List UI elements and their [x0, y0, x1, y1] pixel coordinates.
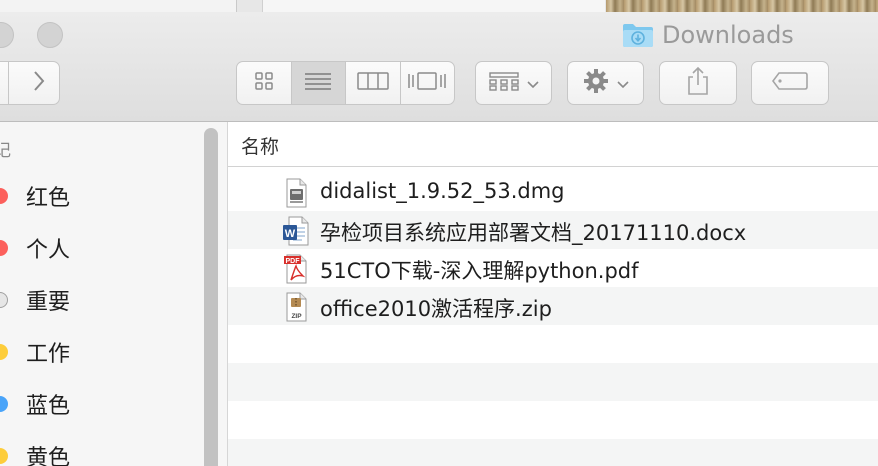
- desktop-wallpaper-fragment: [606, 0, 878, 12]
- pdf-document-icon: PDF: [282, 254, 310, 284]
- chevron-down-icon: [616, 74, 629, 93]
- file-row[interactable]: W 孕检项目系统应用部署文档_20171110.docx: [228, 211, 878, 249]
- dmg-disk-image-icon: [282, 178, 310, 208]
- list-view-button[interactable]: [291, 62, 346, 104]
- column-header-name[interactable]: 名称: [228, 122, 878, 167]
- empty-row: [228, 363, 878, 401]
- forward-button[interactable]: [0, 61, 60, 105]
- cover-flow-button[interactable]: [401, 62, 455, 104]
- gray-tag-dot-icon: [0, 292, 8, 308]
- svg-text:W: W: [285, 228, 296, 240]
- sidebar-tag-label: 重要: [26, 290, 71, 315]
- close-window-button[interactable]: [0, 22, 14, 48]
- arrange-grid-icon: [488, 71, 519, 95]
- arrange-button[interactable]: [475, 61, 552, 105]
- sidebar-tag-red[interactable]: 红色: [0, 176, 200, 216]
- tag-icon: [771, 71, 809, 95]
- file-row[interactable]: didalist_1.9.52_53.dmg: [228, 173, 878, 211]
- nav-divider: [8, 61, 9, 105]
- yellow-tag-dot-icon: [0, 344, 8, 360]
- chevron-down-icon: [526, 74, 539, 93]
- red-tag-dot-icon: [0, 240, 8, 256]
- icon-view-icon: [254, 71, 274, 95]
- red-tag-dot-icon: [0, 188, 8, 204]
- tag-button[interactable]: [751, 61, 829, 105]
- column-view-icon: [357, 71, 389, 95]
- minimize-window-button[interactable]: [37, 22, 63, 48]
- file-name: 孕检项目系统应用部署文档_20171110.docx: [320, 221, 747, 245]
- icon-view-button[interactable]: [237, 62, 292, 104]
- list-view-icon: [304, 71, 332, 95]
- cover-flow-icon: [407, 71, 447, 95]
- sidebar-tag-label: 红色: [26, 186, 71, 211]
- sidebar-tag-label: 黄色: [26, 446, 71, 466]
- window-title-text: Downloads: [662, 21, 794, 49]
- sidebar-tag-work[interactable]: 工作: [0, 332, 200, 372]
- word-document-icon: W: [282, 216, 310, 246]
- sidebar-tag-personal[interactable]: 个人: [0, 228, 200, 268]
- view-mode-control: [236, 61, 455, 105]
- sidebar: 记 红色 个人 重要 工作 蓝色 黄色: [0, 122, 228, 466]
- svg-text:PDF: PDF: [286, 258, 301, 265]
- file-name: office2010激活程序.zip: [320, 297, 552, 321]
- window-title: Downloads: [622, 20, 794, 50]
- background-window-fragment: [262, 0, 605, 12]
- column-header-label: 名称: [241, 136, 280, 158]
- zip-archive-icon: ZIP: [282, 292, 310, 322]
- sidebar-scrollbar[interactable]: [204, 128, 218, 466]
- action-button[interactable]: [567, 61, 644, 105]
- file-name: 51CTO下载-深入理解python.pdf: [320, 259, 639, 283]
- sidebar-section-heading: 记: [0, 141, 11, 161]
- sidebar-tag-blue[interactable]: 蓝色: [0, 384, 200, 424]
- finder-window: Downloads 记 红色 个人 重要 工作 蓝色 黄色 名称 didalis…: [0, 0, 878, 466]
- sidebar-tag-yellow[interactable]: 黄色: [0, 436, 200, 466]
- sidebar-tag-important[interactable]: 重要: [0, 280, 200, 320]
- sidebar-tag-label: 工作: [26, 342, 71, 367]
- file-row[interactable]: PDF 51CTO下载-深入理解python.pdf: [228, 249, 878, 287]
- finder-toolbar: Downloads: [0, 12, 878, 122]
- yellow-tag-dot-icon: [0, 448, 8, 464]
- file-row[interactable]: ZIP office2010激活程序.zip: [228, 287, 878, 325]
- column-view-button[interactable]: [346, 62, 401, 104]
- file-list: 名称 didalist_1.9.52_53.dmg W 孕检项目系统应用部署文档…: [228, 122, 878, 466]
- gear-icon: [583, 68, 609, 98]
- sidebar-tag-label: 个人: [26, 238, 71, 263]
- share-button[interactable]: [659, 61, 737, 105]
- sidebar-tag-label: 蓝色: [26, 394, 71, 419]
- svg-text:ZIP: ZIP: [291, 313, 302, 320]
- empty-row: [228, 439, 878, 466]
- share-icon: [686, 66, 710, 100]
- blue-tag-dot-icon: [0, 396, 8, 412]
- chevron-right-icon: [32, 70, 46, 96]
- downloads-folder-icon: [622, 22, 654, 48]
- file-name: didalist_1.9.52_53.dmg: [320, 179, 565, 203]
